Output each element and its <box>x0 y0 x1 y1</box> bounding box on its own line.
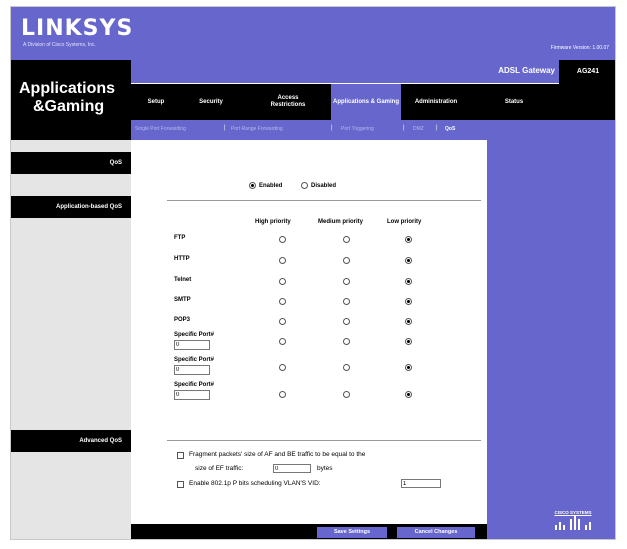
product-name: ADSL Gateway <box>498 66 555 75</box>
ftp-medium-radio[interactable] <box>343 236 350 243</box>
section-label-column: QoS Application-based QoS Advanced QoS <box>11 140 131 539</box>
linksys-logo: LINKSYS <box>21 16 134 41</box>
brand-subtitle: A Division of Cisco Systems, Inc. <box>23 42 96 48</box>
model-number: AG241 <box>559 60 615 84</box>
telnet-high-radio[interactable] <box>279 278 286 285</box>
port2-medium-radio[interactable] <box>343 364 350 371</box>
ftp-low-radio[interactable] <box>405 236 412 243</box>
qos-enabled-label: Enabled <box>259 182 283 189</box>
cisco-logo: CISCO SYSTEMS <box>543 510 603 534</box>
specific-port-1-input[interactable] <box>174 340 210 350</box>
port2-low-radio[interactable] <box>405 364 412 371</box>
page-title: Applications &Gaming <box>19 80 115 116</box>
port2-high-radio[interactable] <box>279 364 286 371</box>
app-label-pop3: POP3 <box>174 317 191 323</box>
qos-enabled-radio[interactable] <box>249 182 256 189</box>
sub-tab-bar: Single Port Forwarding | Port Range Forw… <box>131 120 615 140</box>
subtab-port-triggering[interactable]: Port Triggering <box>341 126 374 132</box>
qos-disabled-label: Disabled <box>311 182 337 189</box>
pop3-medium-radio[interactable] <box>343 318 350 325</box>
smtp-medium-radio[interactable] <box>343 298 350 305</box>
divider <box>167 440 481 441</box>
tab-access-restrictions[interactable]: Access Restrictions <box>261 84 315 120</box>
col-low-priority: Low priority <box>387 219 422 225</box>
subtab-separator: | <box>403 125 405 131</box>
subtab-dmz[interactable]: DMZ <box>413 126 424 132</box>
fragment-unit: bytes <box>317 465 333 472</box>
col-medium-priority: Medium priority <box>318 219 364 225</box>
firmware-version: Firmware Version: 1.00.07 <box>550 45 609 51</box>
cancel-changes-button[interactable]: Cancel Changes <box>397 527 475 538</box>
port3-low-radio[interactable] <box>405 391 412 398</box>
app-label-specific-port-2: Specific Port# <box>174 357 215 363</box>
fragment-packets-checkbox[interactable] <box>177 452 184 459</box>
col-high-priority: High priority <box>255 219 291 225</box>
action-bar: Save Settings Cancel Changes <box>131 524 487 539</box>
port3-medium-radio[interactable] <box>343 391 350 398</box>
app-label-smtp: SMTP <box>174 297 191 303</box>
product-bar: ADSL Gateway AG241 <box>131 60 615 84</box>
page-title-line2: &Gaming <box>33 98 105 115</box>
app-label-specific-port-3: Specific Port# <box>174 382 215 388</box>
main-tab-bar: Setup Security Access Restrictions Appli… <box>131 84 615 120</box>
fragment-size-input[interactable] <box>273 464 311 473</box>
save-settings-button[interactable]: Save Settings <box>317 527 387 538</box>
fragment-text-line1: Fragment packets' size of AF and BE traf… <box>189 451 366 458</box>
smtp-low-radio[interactable] <box>405 298 412 305</box>
tab-applications-gaming[interactable]: Applications & Gaming <box>331 84 401 120</box>
vlan-pbits-checkbox[interactable] <box>177 481 184 488</box>
subtab-separator: | <box>224 125 226 131</box>
telnet-low-radio[interactable] <box>405 278 412 285</box>
section-application-based-qos: Application-based QoS <box>11 196 131 218</box>
port3-high-radio[interactable] <box>279 391 286 398</box>
app-label-http: HTTP <box>174 256 190 262</box>
tab-status[interactable]: Status <box>489 84 539 120</box>
app-label-specific-port-1: Specific Port# <box>174 332 215 338</box>
pop3-high-radio[interactable] <box>279 318 286 325</box>
smtp-high-radio[interactable] <box>279 298 286 305</box>
qos-disabled-option[interactable]: Disabled <box>301 182 336 189</box>
port1-low-radio[interactable] <box>405 338 412 345</box>
section-qos: QoS <box>11 152 131 174</box>
vlan-vid-input[interactable] <box>401 479 441 488</box>
tab-setup[interactable]: Setup <box>131 84 181 120</box>
fragment-text-line2: size of EF traffic: <box>195 465 244 472</box>
subtab-separator: | <box>436 125 438 131</box>
http-low-radio[interactable] <box>405 257 412 264</box>
header-bar: LINKSYS A Division of Cisco Systems, Inc… <box>11 7 615 60</box>
divider <box>167 200 481 201</box>
page-title-box: Applications &Gaming <box>11 60 131 140</box>
subtab-single-port-forwarding[interactable]: Single Port Forwarding <box>135 126 186 132</box>
subtab-port-range-forwarding[interactable]: Port Range Forwarding <box>231 126 283 132</box>
page-title-line1: Applications <box>19 80 116 97</box>
specific-port-3-input[interactable] <box>174 390 210 400</box>
subtab-qos[interactable]: QoS <box>445 126 455 132</box>
qos-enabled-option[interactable]: Enabled <box>249 182 282 189</box>
qos-disabled-radio[interactable] <box>301 182 308 189</box>
pop3-low-radio[interactable] <box>405 318 412 325</box>
router-admin-page: LINKSYS A Division of Cisco Systems, Inc… <box>10 6 616 540</box>
subtab-separator: | <box>331 125 333 131</box>
tab-administration[interactable]: Administration <box>403 84 469 120</box>
section-advanced-qos: Advanced QoS <box>11 430 131 452</box>
specific-port-2-input[interactable] <box>174 365 210 375</box>
telnet-medium-radio[interactable] <box>343 278 350 285</box>
app-label-ftp: FTP <box>174 235 186 241</box>
port1-medium-radio[interactable] <box>343 338 350 345</box>
tab-security[interactable]: Security <box>183 84 239 120</box>
help-column <box>487 140 615 539</box>
app-label-telnet: Telnet <box>174 277 192 283</box>
main-content: Enabled Disabled High priority Medium pr… <box>137 140 487 539</box>
vlan-text: Enable 802.1p P bits scheduling VLAN'S V… <box>189 480 321 487</box>
http-high-radio[interactable] <box>279 257 286 264</box>
cisco-bridge-icon <box>555 516 591 530</box>
ftp-high-radio[interactable] <box>279 236 286 243</box>
port1-high-radio[interactable] <box>279 338 286 345</box>
http-medium-radio[interactable] <box>343 257 350 264</box>
